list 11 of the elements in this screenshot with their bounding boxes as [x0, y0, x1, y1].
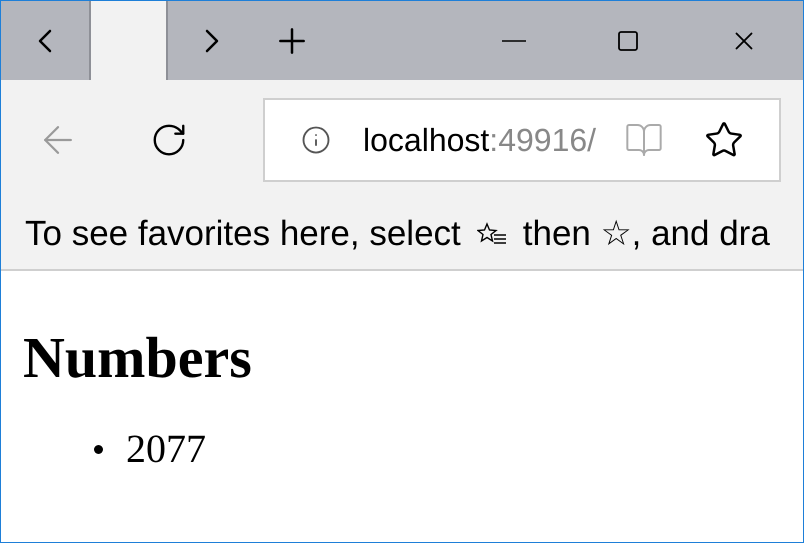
favorites-hint-text: To see favorites here, select — [25, 213, 461, 256]
list-item-text: 2077 — [126, 429, 206, 469]
browser-tab[interactable] — [89, 1, 168, 80]
url-text: localhost:49916/ — [363, 121, 596, 160]
page-heading: Numbers — [23, 329, 253, 387]
bullet-icon — [94, 444, 103, 454]
favorites-hint-text: then ☆, and dra — [522, 213, 770, 256]
maximize-icon — [616, 28, 640, 52]
minimize-icon — [502, 40, 526, 42]
info-icon — [301, 125, 331, 155]
address-bar[interactable]: localhost:49916/ — [263, 98, 781, 182]
